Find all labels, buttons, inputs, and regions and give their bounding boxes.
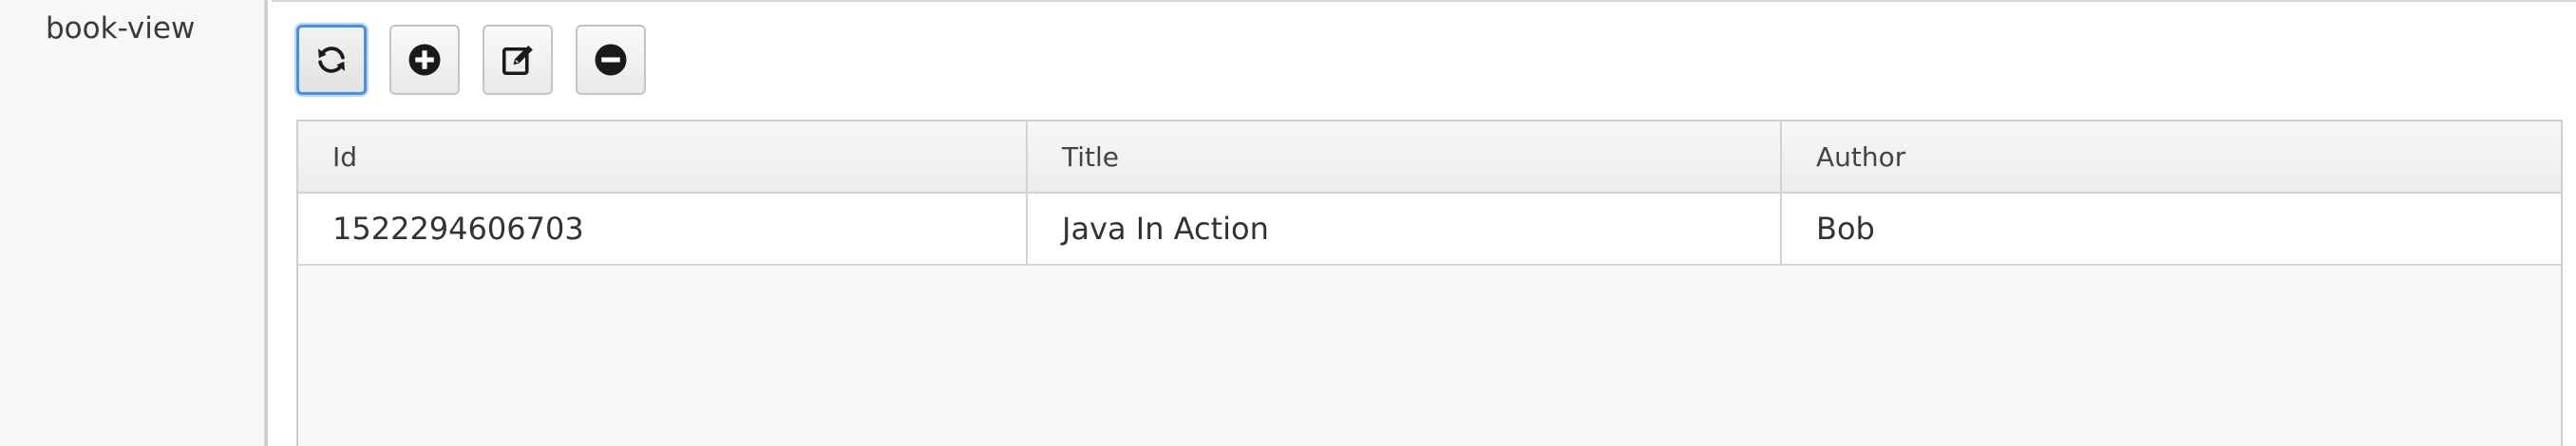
- column-header-title[interactable]: Title: [1026, 121, 1780, 192]
- column-header-author[interactable]: Author: [1780, 121, 2561, 192]
- edit-button[interactable]: [483, 25, 553, 95]
- add-button[interactable]: [389, 25, 460, 95]
- table-row[interactable]: 1522294606703 Java In Action Bob: [298, 194, 2561, 266]
- cell-title: Java In Action: [1026, 194, 1780, 264]
- cell-id: 1522294606703: [332, 211, 584, 247]
- edit-icon: [502, 46, 533, 76]
- book-grid: Id Title Author 1522294606703 Java In Ac…: [296, 120, 2563, 446]
- grid-header: Id Title Author: [298, 121, 2561, 194]
- cell-author: Bob: [1780, 194, 2561, 264]
- minus-circle-icon: [595, 44, 627, 76]
- refresh-button[interactable]: [296, 25, 367, 95]
- delete-button[interactable]: [576, 25, 646, 95]
- main-panel: Id Title Author 1522294606703 Java In Ac…: [272, 0, 2576, 446]
- sidebar-item-book-view[interactable]: book-view: [46, 11, 195, 46]
- sidebar: book-view: [0, 0, 268, 446]
- app-window: book-view Id Title Author 1522294606703 …: [0, 0, 2576, 446]
- refresh-icon: [318, 46, 345, 73]
- plus-circle-icon: [408, 44, 441, 76]
- column-header-id[interactable]: Id: [298, 121, 1026, 192]
